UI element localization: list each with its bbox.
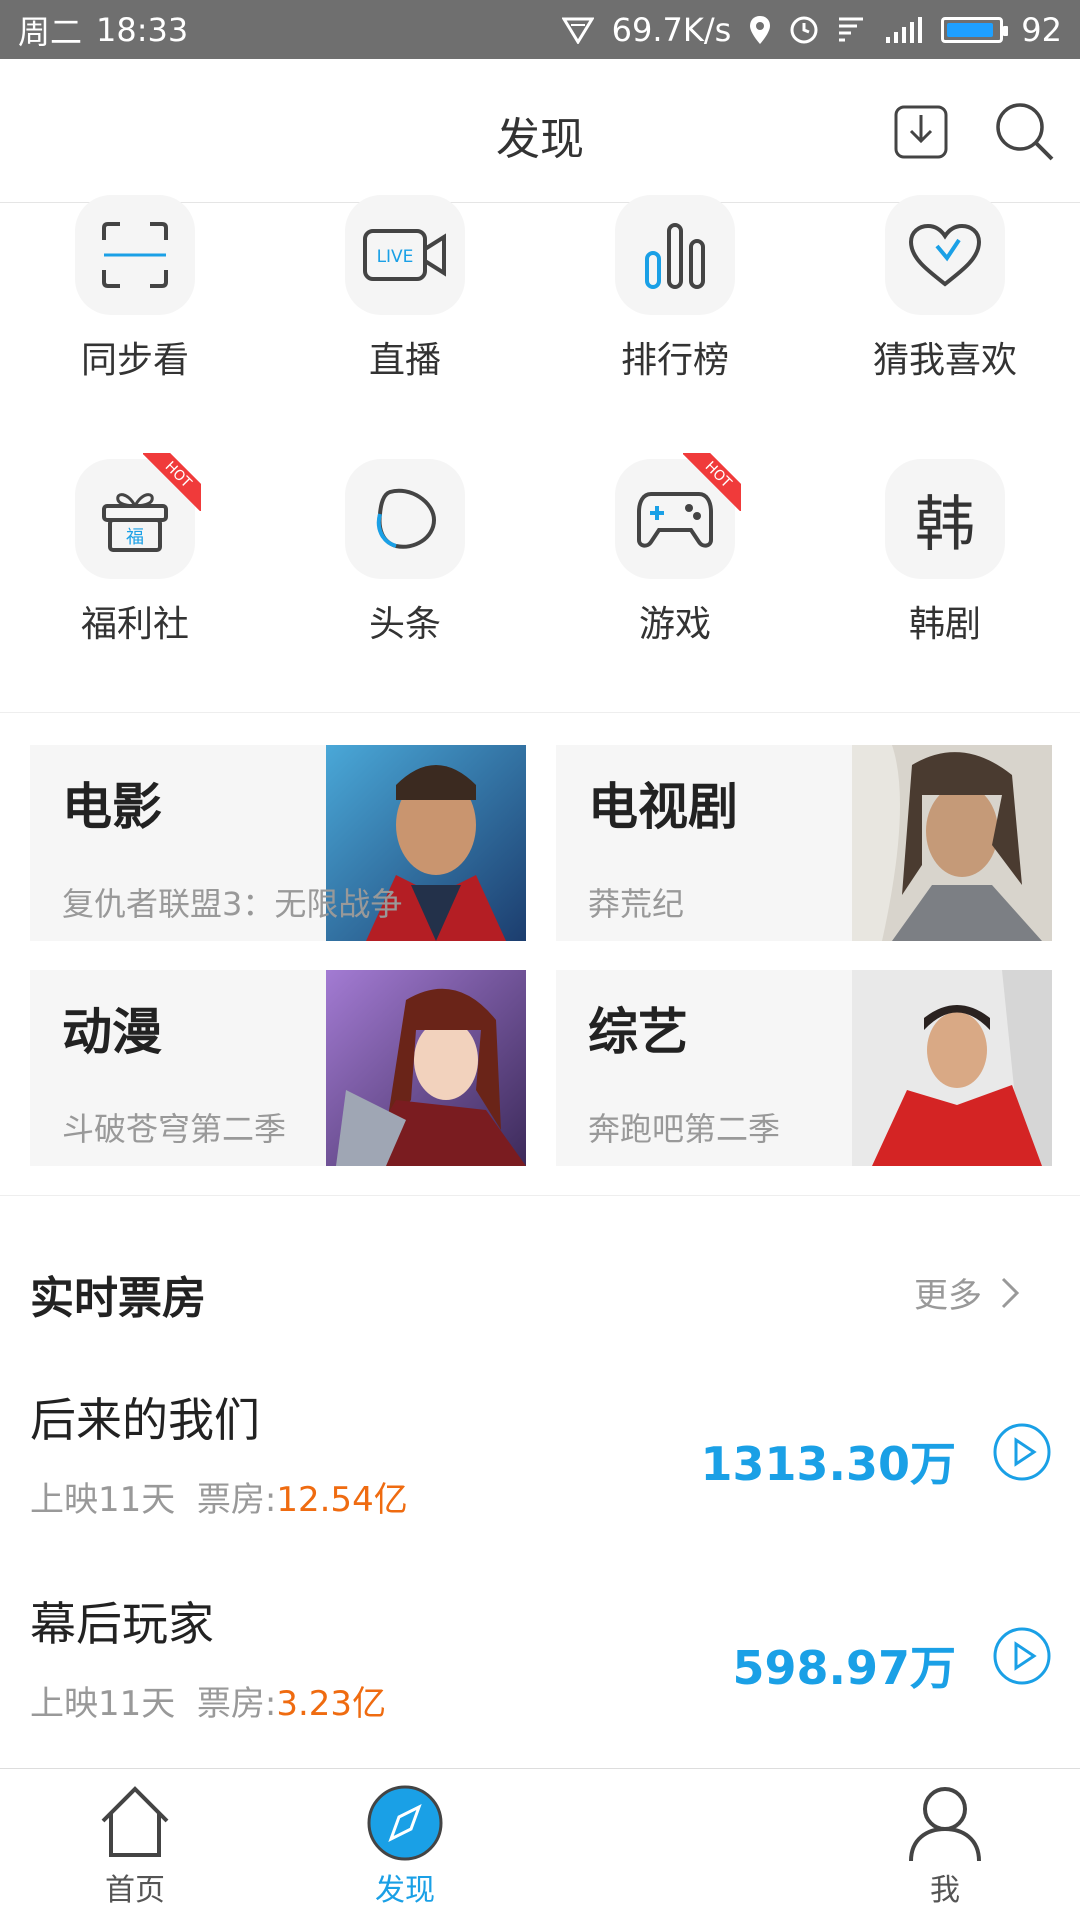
quick-link-ranking[interactable]: 排行榜 bbox=[540, 195, 810, 383]
total-label: 票房: bbox=[196, 1684, 277, 1724]
box-office-more-link[interactable]: 更多 bbox=[914, 1268, 1020, 1317]
icon-bubble: HOT bbox=[615, 453, 741, 579]
search-icon bbox=[996, 103, 1054, 161]
card-title: 电视剧 bbox=[588, 778, 738, 836]
vpn-triangle-icon bbox=[561, 17, 594, 44]
quick-link-label: 游戏 bbox=[638, 604, 711, 645]
live-camera-icon: LIVE bbox=[363, 229, 446, 281]
status-day: 周二 bbox=[18, 12, 83, 51]
quick-link-sync-watch[interactable]: 同步看 bbox=[0, 195, 270, 383]
quick-link-kdrama[interactable]: 韩 韩剧 bbox=[810, 459, 1080, 647]
play-icon[interactable] bbox=[992, 1422, 1052, 1482]
movie-meta: 上映11天 票房:12.54亿 bbox=[30, 1472, 408, 1521]
category-card-variety[interactable]: 综艺 奔跑吧第二季 bbox=[556, 970, 1052, 1166]
hot-badge: HOT bbox=[683, 453, 741, 511]
release-days: 上映11天 bbox=[30, 1480, 176, 1520]
headline-blob-icon bbox=[376, 488, 437, 549]
status-bar: 周二 18:33 69.7K/s 92 bbox=[0, 0, 1080, 59]
more-label: 更多 bbox=[914, 1276, 982, 1316]
home-icon bbox=[101, 1786, 169, 1857]
quick-link-label: 直播 bbox=[368, 340, 441, 381]
tab-me[interactable]: 我 bbox=[860, 1783, 1030, 1909]
scan-frame-icon bbox=[102, 222, 168, 288]
card-subtitle: 莽荒纪 bbox=[588, 885, 685, 923]
icon-bubble bbox=[345, 459, 465, 579]
quick-link-label: 头条 bbox=[368, 604, 441, 645]
card-title: 电影 bbox=[62, 778, 162, 836]
search-button[interactable] bbox=[992, 99, 1056, 163]
tab-discover[interactable]: 发现 bbox=[320, 1783, 490, 1909]
quick-link-label: 猜我喜欢 bbox=[872, 340, 1017, 381]
realtime-box-office: 598.97万 bbox=[732, 1641, 956, 1695]
signal-strength-icon bbox=[839, 17, 864, 41]
app-header: 发现 bbox=[0, 59, 1080, 203]
status-time: 18:33 bbox=[96, 10, 189, 49]
alarm-icon bbox=[790, 16, 818, 43]
icon-bubble bbox=[615, 195, 735, 315]
release-days: 上映11天 bbox=[30, 1684, 176, 1724]
variety-poster-image bbox=[852, 970, 1052, 1166]
bottom-tab-bar: 首页 发现 我 bbox=[0, 1768, 1080, 1920]
total-box-office: 12.54亿 bbox=[276, 1480, 408, 1520]
realtime-box-office: 1313.30万 bbox=[700, 1437, 956, 1491]
battery-icon bbox=[941, 16, 1009, 43]
card-title: 动漫 bbox=[62, 1003, 162, 1061]
heart-icon bbox=[908, 223, 982, 287]
net-speed: 69.7K/s bbox=[611, 10, 732, 49]
download-icon bbox=[894, 105, 948, 159]
icon-bubble: 韩 bbox=[885, 459, 1005, 579]
quick-link-welfare[interactable]: 福 HOT 福利社 bbox=[0, 453, 270, 647]
compass-icon bbox=[367, 1785, 443, 1861]
category-card-movie[interactable]: 电影 复仇者联盟3：无限战争 bbox=[30, 745, 526, 941]
total-box-office: 3.23亿 bbox=[276, 1684, 387, 1724]
icon-bubble: 福 HOT bbox=[75, 453, 201, 579]
tab-home[interactable]: 首页 bbox=[50, 1783, 220, 1909]
quick-link-headlines[interactable]: 头条 bbox=[270, 459, 540, 647]
quick-link-games[interactable]: HOT 游戏 bbox=[540, 453, 810, 647]
category-card-anime[interactable]: 动漫 斗破苍穹第二季 bbox=[30, 970, 526, 1166]
download-button[interactable] bbox=[890, 99, 954, 163]
icon-bubble bbox=[885, 195, 1005, 315]
quick-links-grid: 同步看 LIVE 直播 排行榜 猜我喜欢 福 HOT 福利社 头条 HOT 游戏… bbox=[0, 195, 1080, 713]
tab-label: 首页 bbox=[105, 1873, 165, 1908]
bar-chart-icon bbox=[645, 223, 705, 289]
total-label: 票房: bbox=[196, 1480, 277, 1520]
tab-label: 发现 bbox=[375, 1873, 435, 1908]
quick-link-label: 福利社 bbox=[80, 604, 189, 645]
category-card-tv-series[interactable]: 电视剧 莽荒纪 bbox=[556, 745, 1052, 941]
tv-poster-image bbox=[852, 745, 1052, 941]
live-text: LIVE bbox=[377, 247, 414, 267]
card-subtitle: 复仇者联盟3：无限战争 bbox=[62, 885, 403, 923]
hot-badge: HOT bbox=[143, 453, 201, 511]
quick-link-label: 排行榜 bbox=[620, 340, 729, 381]
play-icon[interactable] bbox=[992, 1626, 1052, 1686]
section-divider bbox=[0, 1195, 1080, 1196]
korean-char-icon: 韩 bbox=[915, 489, 975, 560]
chevron-right-icon bbox=[1001, 1277, 1020, 1308]
cell-signal-icon bbox=[886, 16, 923, 43]
quick-link-label: 韩剧 bbox=[908, 604, 981, 645]
location-icon bbox=[750, 15, 771, 44]
battery-percent: 92 bbox=[1021, 10, 1062, 49]
gift-char: 福 bbox=[126, 527, 144, 548]
tab-label: 我 bbox=[930, 1873, 960, 1908]
quick-link-label: 同步看 bbox=[80, 340, 189, 381]
icon-bubble: LIVE bbox=[345, 195, 465, 315]
anime-poster-image bbox=[326, 970, 526, 1166]
card-subtitle: 奔跑吧第二季 bbox=[588, 1110, 781, 1148]
movie-meta: 上映11天 票房:3.23亿 bbox=[30, 1676, 386, 1725]
card-title: 综艺 bbox=[588, 1003, 688, 1061]
quick-link-live[interactable]: LIVE 直播 bbox=[270, 195, 540, 383]
movie-name: 后来的我们 bbox=[30, 1393, 260, 1447]
icon-bubble bbox=[75, 195, 195, 315]
profile-icon bbox=[909, 1787, 981, 1862]
card-subtitle: 斗破苍穹第二季 bbox=[62, 1110, 287, 1148]
movie-name: 幕后玩家 bbox=[30, 1597, 214, 1651]
box-office-item[interactable]: 后来的我们 上映11天 票房:12.54亿 1313.30万 bbox=[0, 1384, 1080, 1584]
box-office-title: 实时票房 bbox=[30, 1273, 206, 1324]
box-office-item[interactable]: 幕后玩家 上映11天 票房:3.23亿 598.97万 bbox=[0, 1588, 1080, 1788]
quick-link-recommend[interactable]: 猜我喜欢 bbox=[810, 195, 1080, 383]
